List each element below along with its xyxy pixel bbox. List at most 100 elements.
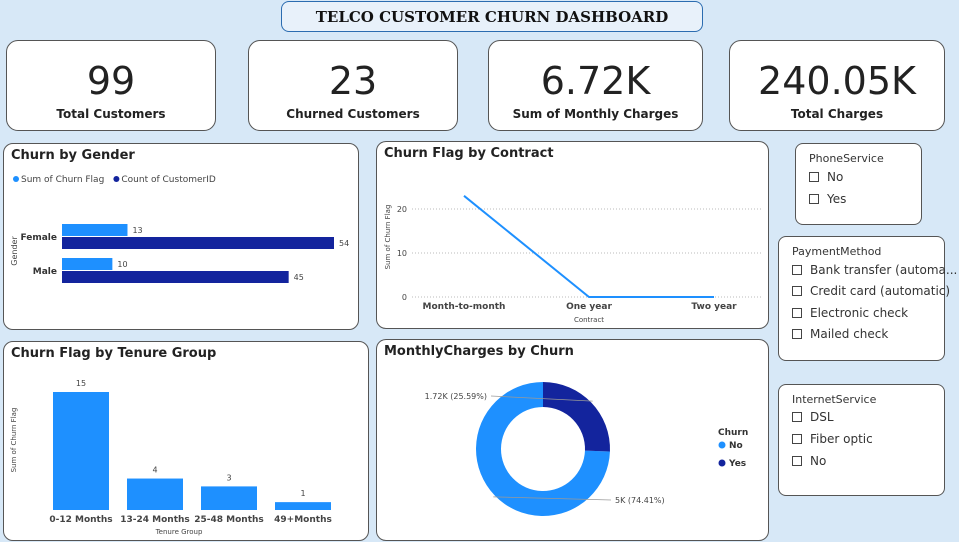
category-label: Female	[20, 233, 57, 243]
kpi-value: 99	[86, 59, 136, 103]
kpi-value: 6.72K	[540, 59, 651, 103]
x-tick-label: 0-12 Months	[49, 515, 112, 525]
checkbox[interactable]	[792, 308, 802, 318]
data-label: 4	[152, 466, 157, 475]
chart-churn-by-gender[interactable]: Churn by Gender Sum of Churn Flag Count o…	[3, 143, 359, 330]
kpi-card-churned-customers[interactable]: 23 Churned Customers	[248, 40, 458, 131]
slicer-option-credit-card[interactable]: Credit card (automatic)	[792, 284, 950, 298]
legend-marker	[718, 441, 726, 449]
option-label: Yes	[827, 192, 847, 206]
chart-churn-by-tenure[interactable]: Churn Flag by Tenure Group 15 0-12 Months…	[3, 341, 369, 541]
bar	[53, 392, 109, 510]
option-label: Credit card (automatic)	[810, 284, 951, 298]
x-tick-label: One year	[566, 302, 612, 312]
option-label: Mailed check	[810, 327, 889, 341]
gender-bar-svg: Sum of Churn Flag Count of CustomerID Gend…	[10, 175, 349, 283]
data-label: 1	[300, 489, 305, 498]
data-label: 54	[339, 239, 349, 248]
data-label: 10	[117, 260, 127, 269]
checkbox[interactable]	[809, 172, 819, 182]
option-label: Fiber optic	[810, 432, 873, 446]
kpi-label: Sum of Monthly Charges	[512, 107, 679, 121]
y-axis-label: Gender	[10, 236, 19, 266]
slicer-payment-method: PaymentMethod Bank transfer (automa... C…	[778, 236, 957, 361]
series-line	[463, 195, 714, 298]
slicer-internet-service: InternetService DSL Fiber optic No	[778, 384, 945, 496]
legend-label: Sum of Churn Flag	[21, 175, 104, 185]
donut-svg: 5K (74.41%) 1.72K (25.59%) Churn No Yes	[425, 382, 748, 516]
checkbox[interactable]	[792, 456, 802, 466]
checkbox[interactable]	[792, 412, 802, 422]
bar	[62, 224, 128, 236]
slicer-title: PaymentMethod	[792, 245, 882, 258]
data-label: 3	[226, 473, 231, 482]
slicer-phone-service: PhoneService No Yes	[795, 143, 922, 225]
checkbox[interactable]	[792, 329, 802, 339]
option-label: DSL	[810, 410, 834, 424]
kpi-card-monthly-charges[interactable]: 6.72K Sum of Monthly Charges	[488, 40, 703, 131]
kpi-label: Churned Customers	[286, 107, 420, 121]
checkbox[interactable]	[792, 265, 802, 275]
slicer-option-mailed-check[interactable]: Mailed check	[792, 327, 888, 341]
slicer-option-dsl[interactable]: DSL	[792, 410, 834, 424]
x-axis-label: Contract	[574, 316, 604, 324]
y-tick-label: 10	[397, 249, 407, 258]
kpi-label: Total Customers	[56, 107, 166, 121]
category-label: Male	[33, 267, 57, 277]
slicer-option-fiber-optic[interactable]: Fiber optic	[792, 432, 873, 446]
data-label: 15	[76, 379, 86, 388]
y-axis-label: Sum of Churn Flag	[384, 205, 392, 270]
option-label: No	[827, 170, 844, 184]
option-label: Bank transfer (automa...	[810, 263, 958, 277]
data-label: 13	[132, 226, 142, 235]
kpi-card-total-charges[interactable]: 240.05K Total Charges	[729, 40, 945, 131]
x-tick-label: 25-48 Months	[194, 515, 264, 525]
chart-monthly-charges-by-churn[interactable]: MonthlyCharges by Churn 5K (74.41%) 1.72K…	[376, 339, 769, 541]
x-tick-label: 49+Months	[274, 515, 332, 525]
slicer-option-bank-transfer[interactable]: Bank transfer (automa...	[792, 263, 957, 277]
slicer-option-no[interactable]: No	[809, 170, 843, 184]
slicer-title: PhoneService	[809, 152, 884, 165]
slicer-option-no[interactable]: No	[792, 454, 826, 468]
legend-title: Churn	[718, 428, 748, 438]
checkbox[interactable]	[792, 434, 802, 444]
kpi-card-total-customers[interactable]: 99 Total Customers	[6, 40, 216, 131]
kpi-value: 240.05K	[758, 59, 916, 103]
legend-label: Count of CustomerID	[121, 175, 215, 185]
checkbox[interactable]	[809, 194, 819, 204]
x-tick-label: 13-24 Months	[120, 515, 190, 525]
bar	[275, 502, 331, 510]
tenure-bar-svg: 15 0-12 Months 4 13-24 Months 3 25-48 Months 1…	[10, 379, 332, 536]
bar	[62, 271, 289, 283]
legend-marker	[718, 459, 726, 467]
kpi-label: Total Charges	[790, 107, 884, 121]
slicer-option-electronic-check[interactable]: Electronic check	[792, 306, 908, 320]
slicer-title: InternetService	[792, 393, 877, 406]
slicer-option-yes[interactable]: Yes	[809, 192, 846, 206]
data-label: 1.72K (25.59%)	[425, 392, 487, 401]
bar	[62, 237, 334, 249]
option-label: No	[810, 454, 827, 468]
bar	[62, 258, 113, 270]
y-tick-label: 20	[397, 205, 407, 214]
chart-churn-by-contract[interactable]: Churn Flag by Contract 0 10 20 Month-to-mon…	[376, 141, 769, 329]
legend-marker	[13, 176, 19, 182]
bar	[127, 478, 183, 510]
checkbox[interactable]	[792, 286, 802, 296]
x-tick-label: Two year	[691, 302, 737, 312]
y-tick-label: 0	[402, 293, 407, 302]
legend-label: No	[729, 441, 743, 451]
y-axis-label: Sum of Churn Flag	[10, 408, 18, 473]
x-tick-label: Month-to-month	[423, 302, 506, 312]
legend-label: Yes	[728, 459, 746, 469]
donut-slice	[543, 382, 610, 452]
bar	[201, 486, 257, 510]
legend-marker	[113, 176, 120, 182]
kpi-value: 23	[328, 59, 378, 103]
contract-line-svg: 0 10 20 Month-to-month One year Two year Contr…	[384, 195, 762, 324]
option-label: Electronic check	[810, 306, 909, 320]
x-axis-label: Tenure Group	[155, 528, 203, 536]
dashboard-title: TELCO CUSTOMER CHURN DASHBOARD	[281, 1, 703, 32]
data-label: 5K (74.41%)	[615, 496, 665, 505]
data-label: 45	[294, 273, 304, 282]
